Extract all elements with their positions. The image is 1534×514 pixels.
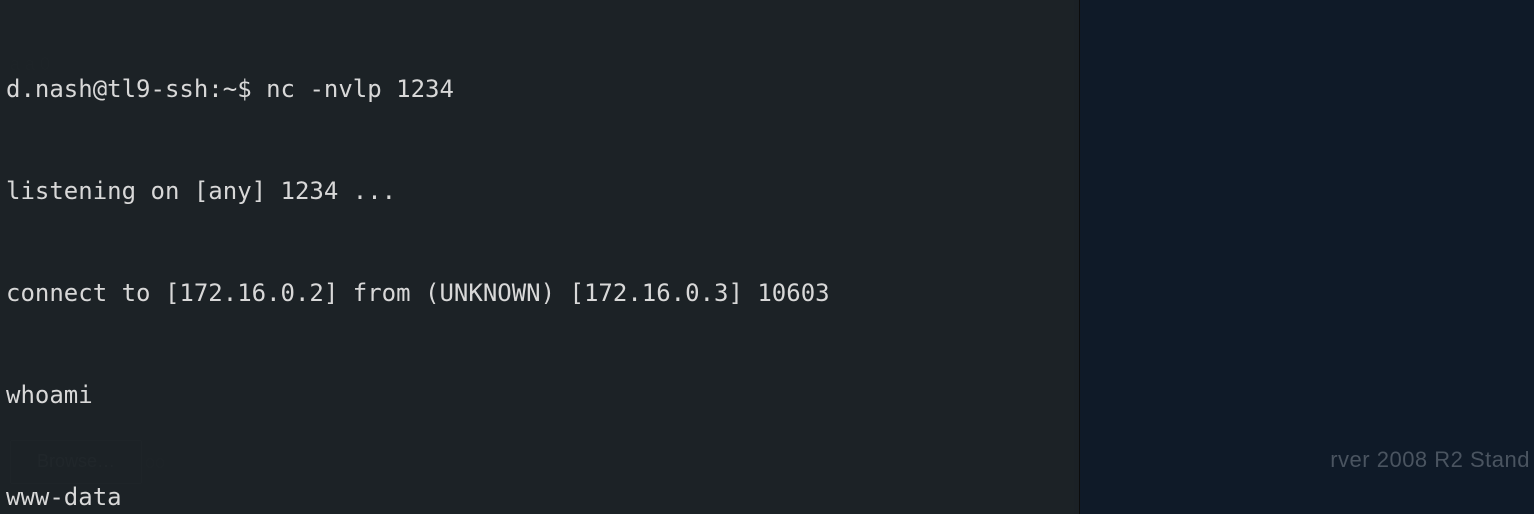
background-os-label: rver 2008 R2 Stand	[1330, 447, 1530, 473]
shell-prompt: d.nash@tl9-ssh:~$	[6, 75, 266, 103]
terminal-prompt-line: d.nash@tl9-ssh:~$ nc -nvlp 1234	[6, 72, 1079, 106]
background-window-right	[1074, 0, 1534, 514]
terminal-window[interactable]: d.nash@tl9-ssh:~$ nc -nvlp 1234 listenin…	[0, 0, 1080, 514]
terminal-output-line: listening on [any] 1234 ...	[6, 174, 1079, 208]
shell-command: nc -nvlp 1234	[266, 75, 454, 103]
terminal-output-line: connect to [172.16.0.2] from (UNKNOWN) […	[6, 276, 1079, 310]
terminal-output-line: whoami	[6, 378, 1079, 412]
terminal-output-line: www-data	[6, 480, 1079, 514]
screen: a a 0 Browse… oo rver 2008 R2 Stand d.na…	[0, 0, 1534, 514]
